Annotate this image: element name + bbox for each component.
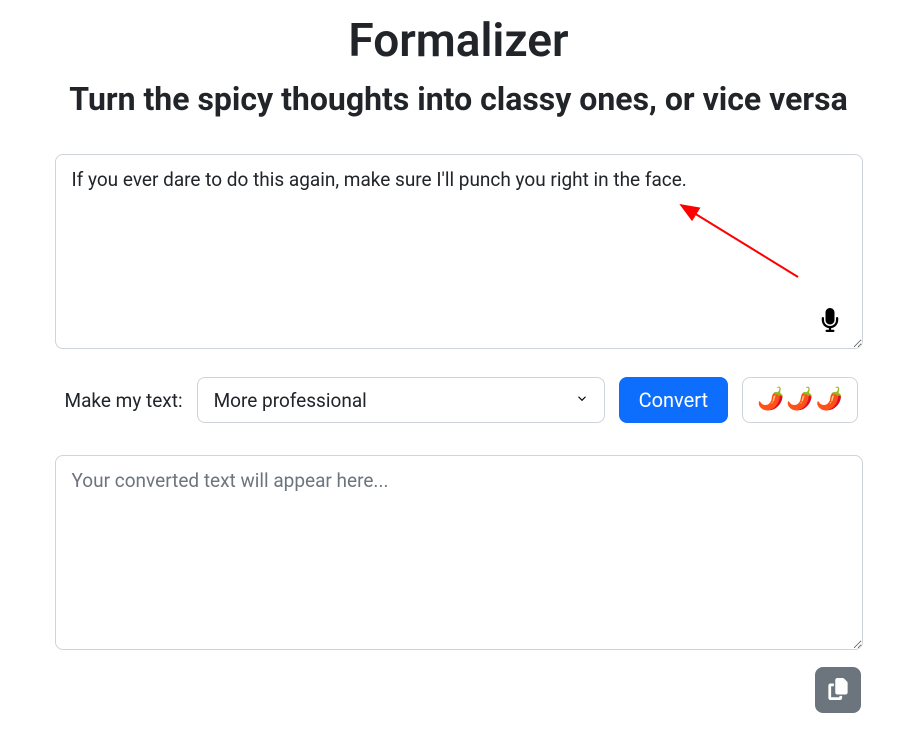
- mode-select[interactable]: More professional: [197, 377, 605, 423]
- convert-button[interactable]: Convert: [619, 377, 728, 423]
- mode-label: Make my text:: [65, 389, 183, 412]
- main-container: Make my text: More professional Convert …: [55, 154, 863, 654]
- controls-row: Make my text: More professional Convert …: [55, 377, 863, 423]
- page-title: Formalizer: [20, 14, 897, 68]
- pepper-icon: 🌶️: [816, 389, 843, 411]
- spicy-level-indicator[interactable]: 🌶️ 🌶️ 🌶️: [742, 377, 858, 423]
- page-subtitle: Turn the spicy thoughts into classy ones…: [20, 80, 897, 118]
- microphone-icon: [821, 308, 839, 335]
- output-textarea[interactable]: [55, 455, 863, 650]
- copy-icon: [828, 678, 848, 703]
- pepper-icon: 🌶️: [757, 389, 784, 411]
- output-area: [55, 455, 863, 654]
- pepper-icon: 🌶️: [786, 389, 813, 411]
- copy-button[interactable]: [815, 667, 861, 713]
- input-textarea[interactable]: [55, 154, 863, 349]
- mode-select-wrap: More professional: [197, 377, 605, 423]
- microphone-button[interactable]: [817, 304, 843, 339]
- input-area: [55, 154, 863, 353]
